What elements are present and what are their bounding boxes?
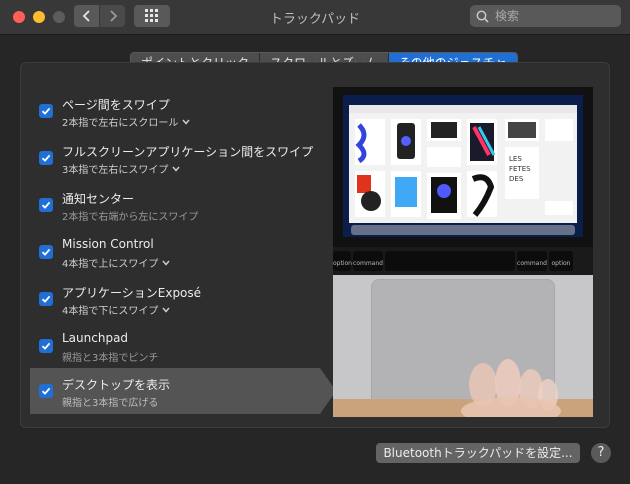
chevron-down-icon <box>182 119 190 125</box>
gesture-title: Launchpad <box>62 331 129 345</box>
command-key-right: command <box>517 251 547 271</box>
key-label: option <box>551 260 571 267</box>
checkmark-icon <box>41 248 51 256</box>
key-label: command <box>353 260 383 267</box>
gesture-description: 親指と3本指でピンチ <box>62 349 158 364</box>
setup-bluetooth-trackpad-button[interactable]: Bluetoothトラックパッドを設定... <box>376 443 580 463</box>
help-button[interactable]: ? <box>591 443 611 463</box>
checkmark-icon <box>41 387 51 395</box>
gesture-preview-video: LES FETES DES option command command opt… <box>333 87 593 417</box>
show-desktop-checkbox[interactable] <box>39 384 53 398</box>
gesture-title: フルスクリーンアプリケーション間をスワイプ <box>62 145 314 159</box>
svg-text:DES: DES <box>509 175 524 183</box>
search-input[interactable] <box>493 8 617 24</box>
chevron-down-icon <box>172 166 180 172</box>
key-label: command <box>517 260 547 267</box>
gesture-option-dropdown[interactable]: 4本指で上にスワイプ <box>62 255 170 270</box>
checkmark-icon <box>41 201 51 209</box>
command-key-left: command <box>353 251 383 271</box>
option-key-left: option <box>333 251 352 271</box>
gesture-option-label: 親指と3本指で広げる <box>62 398 159 409</box>
gesture-option-label: 2本指で右端から左にスワイプ <box>62 212 199 223</box>
checkmark-icon <box>41 154 51 162</box>
launchpad-checkbox[interactable] <box>39 339 53 353</box>
checkmark-icon <box>41 107 51 115</box>
chevron-down-icon <box>162 260 170 266</box>
gesture-row-app-expose[interactable]: アプリケーションExposé 4本指で下にスワイプ <box>30 280 320 326</box>
checkmark-icon <box>41 295 51 303</box>
gesture-row-swipe-between-pages[interactable]: ページ間をスワイプ 2本指で左右にスクロール <box>30 92 320 138</box>
hand-image <box>461 359 561 417</box>
browser-window-image: LES FETES DES <box>349 105 577 223</box>
gesture-title: アプリケーションExposé <box>62 286 202 300</box>
search-field[interactable] <box>470 5 621 27</box>
gesture-option-label: 親指と3本指でピンチ <box>62 353 159 364</box>
gesture-row-show-desktop[interactable]: デスクトップを表示 親指と3本指で広げる <box>30 368 336 414</box>
gesture-description: 2本指で右端から左にスワイプ <box>62 208 198 223</box>
poster-gallery-image: LES FETES DES <box>349 105 577 219</box>
gesture-row-mission-control[interactable]: Mission Control 4本指で上にスワイプ <box>30 233 320 279</box>
notification-center-checkbox[interactable] <box>39 198 53 212</box>
gesture-title: Mission Control <box>62 237 154 251</box>
gesture-option-label: 3本指で左右にスワイプ <box>62 165 169 176</box>
gesture-title: ページ間をスワイプ <box>62 98 170 112</box>
gesture-option-dropdown[interactable]: 2本指で左右にスクロール <box>62 114 190 129</box>
swipe-pages-checkbox[interactable] <box>39 104 53 118</box>
key-label: option <box>333 260 352 267</box>
gesture-row-launchpad[interactable]: Launchpad 親指と3本指でピンチ <box>30 327 320 373</box>
gesture-title: デスクトップを表示 <box>62 378 171 392</box>
title-bar: トラックパッド <box>0 0 630 35</box>
gesture-option-label: 4本指で上にスワイプ <box>62 259 159 270</box>
checkmark-icon <box>41 342 51 350</box>
gesture-title: 通知センター <box>62 192 135 206</box>
app-expose-checkbox[interactable] <box>39 292 53 306</box>
mission-control-checkbox[interactable] <box>39 245 53 259</box>
gesture-option-label: 4本指で下にスワイプ <box>62 306 159 317</box>
laptop-screen: LES FETES DES <box>343 95 583 237</box>
gesture-option-label: 2本指で左右にスクロール <box>62 118 179 129</box>
chevron-down-icon <box>162 307 170 313</box>
svg-text:LES: LES <box>509 155 522 163</box>
gesture-row-notification-center[interactable]: 通知センター 2本指で右端から左にスワイプ <box>30 186 320 232</box>
svg-text:FETES: FETES <box>509 165 531 173</box>
dock-image <box>351 225 575 235</box>
option-key-right: option <box>549 251 573 271</box>
search-icon <box>476 10 489 23</box>
gesture-option-dropdown[interactable]: 3本指で左右にスワイプ <box>62 161 180 176</box>
gesture-row-swipe-fullscreen-apps[interactable]: フルスクリーンアプリケーション間をスワイプ 3本指で左右にスワイプ <box>30 139 320 185</box>
gesture-option-dropdown[interactable]: 4本指で下にスワイプ <box>62 302 170 317</box>
space-bar <box>385 251 515 271</box>
swipe-fullscreen-checkbox[interactable] <box>39 151 53 165</box>
gesture-description: 親指と3本指で広げる <box>62 394 158 409</box>
